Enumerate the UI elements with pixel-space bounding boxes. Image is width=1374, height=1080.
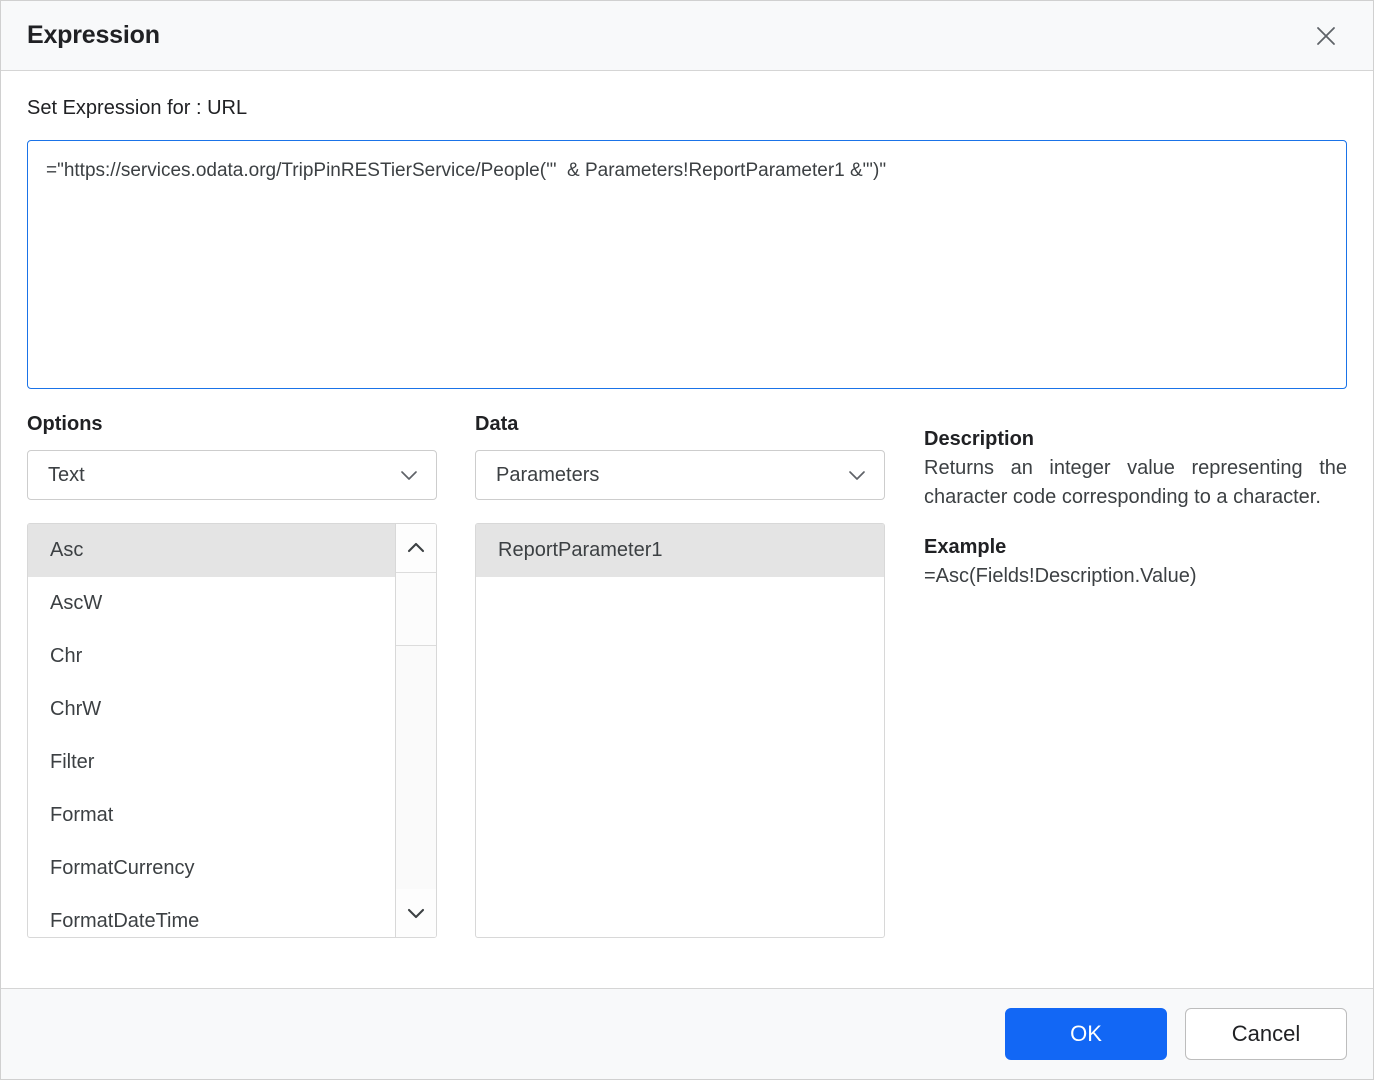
options-category-value: Text bbox=[48, 463, 85, 486]
dialog-title: Expression bbox=[27, 21, 160, 49]
chevron-down-icon bbox=[844, 462, 870, 488]
data-panel: Data Parameters ReportParameter1 bbox=[475, 412, 885, 938]
description-heading: Description bbox=[924, 428, 1035, 450]
example-heading: Example bbox=[924, 536, 1007, 558]
options-category-select[interactable]: Text bbox=[27, 450, 437, 500]
dialog-header: Expression bbox=[1, 1, 1373, 71]
list-item[interactable]: ChrW bbox=[28, 683, 395, 736]
options-panel: Options Text Asc AscW Chr ChrW Filter Format F… bbox=[27, 412, 437, 938]
list-item[interactable]: Filter bbox=[28, 736, 395, 789]
chevron-down-icon bbox=[396, 462, 422, 488]
functions-scrollbar[interactable] bbox=[395, 524, 436, 937]
expression-editor[interactable]: ="https://services.odata.org/TripPinREST… bbox=[27, 140, 1347, 389]
list-item[interactable]: AscW bbox=[28, 577, 395, 630]
dialog-body: Set Expression for : URL ="https://servi… bbox=[1, 71, 1373, 988]
cancel-button[interactable]: Cancel bbox=[1185, 1008, 1347, 1060]
list-item[interactable]: ReportParameter1 bbox=[476, 524, 884, 577]
data-label: Data bbox=[475, 413, 519, 435]
ok-button[interactable]: OK bbox=[1005, 1008, 1167, 1060]
list-item[interactable]: FormatDateTime bbox=[28, 895, 395, 937]
description-panel: Description Returns an integer value rep… bbox=[924, 412, 1347, 938]
description-text: Returns an integer value representing th… bbox=[924, 457, 1347, 508]
data-list[interactable]: ReportParameter1 bbox=[476, 524, 884, 577]
data-category-value: Parameters bbox=[496, 463, 600, 486]
scrollbar-thumb[interactable] bbox=[396, 572, 436, 646]
list-item[interactable]: Chr bbox=[28, 630, 395, 683]
functions-listbox[interactable]: Asc AscW Chr ChrW Filter Format FormatCurrency… bbox=[27, 523, 437, 938]
chevron-up-icon[interactable] bbox=[396, 524, 436, 572]
expression-input[interactable]: ="https://services.odata.org/TripPinREST… bbox=[46, 157, 1328, 185]
close-icon[interactable] bbox=[1307, 17, 1345, 55]
list-item[interactable]: Format bbox=[28, 789, 395, 842]
options-label: Options bbox=[27, 413, 103, 435]
functions-list[interactable]: Asc AscW Chr ChrW Filter Format FormatCurrency… bbox=[28, 524, 395, 937]
expression-dialog: Expression Set Expression for : URL ="ht… bbox=[0, 0, 1374, 1080]
list-item[interactable]: FormatCurrency bbox=[28, 842, 395, 895]
chevron-down-icon[interactable] bbox=[396, 889, 436, 937]
data-category-select[interactable]: Parameters bbox=[475, 450, 885, 500]
panels-row: Options Text Asc AscW Chr ChrW Filter Format F… bbox=[27, 412, 1347, 938]
set-expression-label: Set Expression for : URL bbox=[27, 97, 248, 119]
dialog-footer: OK Cancel bbox=[1, 988, 1373, 1079]
example-text: =Asc(Fields!Description.Value) bbox=[924, 565, 1197, 587]
list-item[interactable]: Asc bbox=[28, 524, 395, 577]
scrollbar-track[interactable] bbox=[396, 572, 436, 889]
data-listbox[interactable]: ReportParameter1 bbox=[475, 523, 885, 938]
